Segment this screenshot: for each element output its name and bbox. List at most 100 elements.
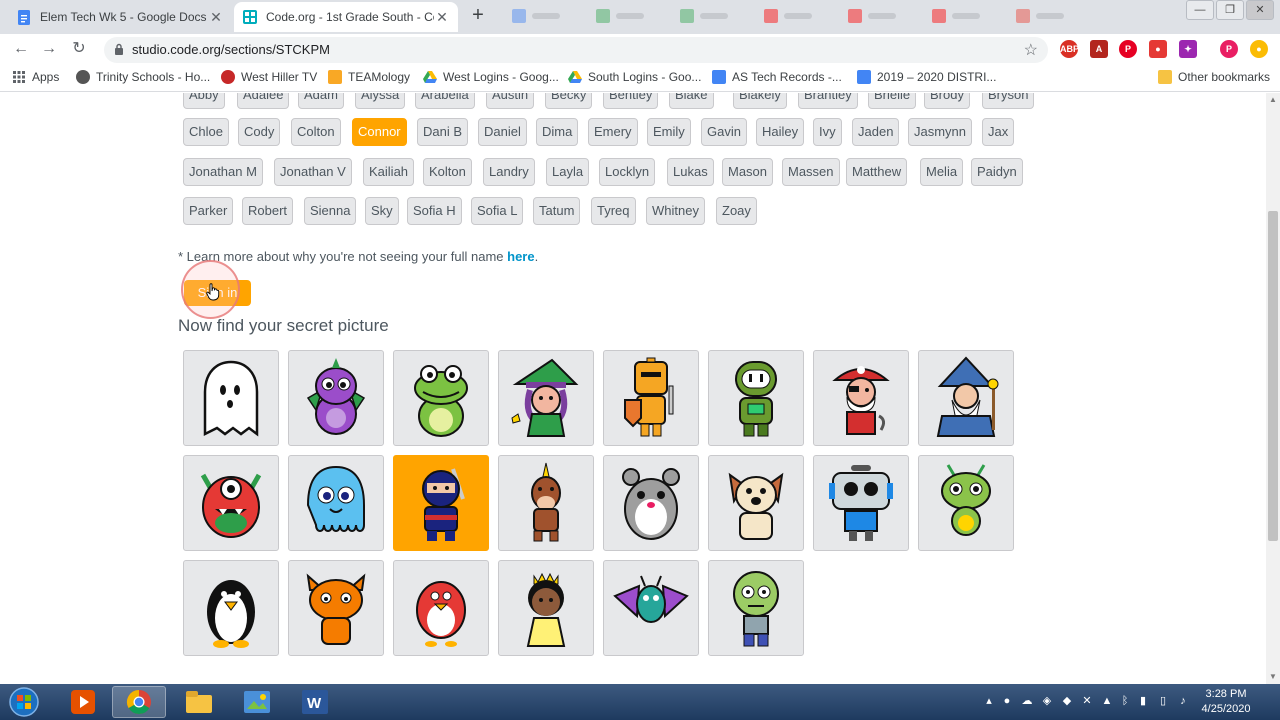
name-button[interactable]: Landry bbox=[483, 158, 535, 186]
name-button[interactable]: Brantley bbox=[798, 93, 858, 109]
name-button[interactable]: Melia bbox=[920, 158, 964, 186]
bookmark-as-tech-records[interactable]: AS Tech Records -... bbox=[712, 70, 842, 84]
background-tab[interactable] bbox=[512, 8, 560, 24]
background-tab[interactable] bbox=[764, 8, 812, 24]
name-button[interactable]: Mason bbox=[722, 158, 774, 186]
adblock-icon[interactable]: ABP bbox=[1060, 40, 1079, 58]
bluetooth-icon[interactable]: ᛒ bbox=[1118, 694, 1132, 708]
word-app[interactable]: W bbox=[288, 686, 342, 718]
restore-button[interactable]: ❐ bbox=[1216, 0, 1244, 20]
name-button[interactable]: Austin bbox=[486, 93, 535, 109]
background-tab[interactable] bbox=[1016, 8, 1064, 24]
scroll-up-icon[interactable]: ▲ bbox=[1266, 93, 1280, 107]
battery-icon[interactable]: ▯ bbox=[1156, 694, 1170, 708]
name-button[interactable]: Bryson bbox=[982, 93, 1035, 109]
name-button[interactable]: Paidyn bbox=[971, 158, 1023, 186]
name-button[interactable]: Kolton bbox=[423, 158, 472, 186]
name-button[interactable]: Sofia H bbox=[407, 197, 462, 225]
name-button[interactable]: Brody bbox=[924, 93, 970, 109]
scrollbar-thumb[interactable] bbox=[1268, 211, 1278, 541]
name-button[interactable]: Daniel bbox=[478, 118, 527, 146]
name-button[interactable]: Alyssa bbox=[355, 93, 406, 109]
reload-button[interactable]: ↻ bbox=[68, 38, 90, 60]
bookmark-trinity[interactable]: Trinity Schools - Ho... bbox=[76, 70, 210, 84]
minimize-button[interactable]: — bbox=[1186, 0, 1214, 20]
drive-sync-icon[interactable]: ▲ bbox=[1100, 694, 1114, 708]
background-tab[interactable] bbox=[680, 8, 728, 24]
ninja-picture-selected[interactable] bbox=[393, 455, 489, 551]
name-button[interactable]: Adalee bbox=[237, 93, 290, 109]
octopus-picture[interactable] bbox=[288, 455, 384, 551]
background-tab[interactable] bbox=[596, 8, 644, 24]
shield-icon[interactable]: ◈ bbox=[1040, 694, 1054, 708]
chat-icon[interactable]: ● bbox=[1000, 694, 1014, 708]
name-button[interactable]: Sofia L bbox=[471, 197, 524, 225]
name-button-selected[interactable]: Connor bbox=[352, 118, 407, 146]
alien-picture[interactable] bbox=[918, 455, 1014, 551]
name-button[interactable]: Colton bbox=[291, 118, 341, 146]
frog-picture[interactable] bbox=[393, 350, 489, 446]
monster-picture[interactable] bbox=[183, 455, 279, 551]
name-button[interactable]: Tatum bbox=[533, 197, 581, 225]
princess-picture[interactable] bbox=[498, 560, 594, 656]
bookmark-west-logins[interactable]: West Logins - Goog... bbox=[423, 70, 559, 84]
chrome-app[interactable] bbox=[112, 686, 166, 718]
name-button[interactable]: Kailiah bbox=[363, 158, 415, 186]
volume-icon[interactable]: ♪ bbox=[1176, 694, 1190, 708]
name-button[interactable]: Parker bbox=[183, 197, 234, 225]
name-button[interactable]: Locklyn bbox=[599, 158, 656, 186]
dog-picture[interactable] bbox=[708, 455, 804, 551]
name-button[interactable]: Becky bbox=[545, 93, 593, 109]
hamster-picture[interactable] bbox=[603, 455, 699, 551]
bookmark-apps[interactable]: Apps bbox=[12, 70, 59, 84]
name-button[interactable]: Dani B bbox=[417, 118, 469, 146]
security-icon[interactable]: ✕ bbox=[1080, 694, 1094, 708]
name-button[interactable]: Lukas bbox=[667, 158, 714, 186]
name-button[interactable]: Ivy bbox=[813, 118, 842, 146]
name-button[interactable]: Whitney bbox=[646, 197, 705, 225]
name-button[interactable]: Zoay bbox=[716, 197, 757, 225]
pirate-picture[interactable] bbox=[813, 350, 909, 446]
unicorn-picture[interactable] bbox=[498, 455, 594, 551]
robot-picture[interactable] bbox=[708, 350, 804, 446]
dropbox-icon[interactable]: ◆ bbox=[1060, 694, 1074, 708]
address-bar[interactable]: studio.code.org/sections/STCKPM ☆ bbox=[104, 37, 1048, 63]
tab-google-docs[interactable]: Elem Tech Wk 5 - Google Docs ✕ bbox=[8, 2, 232, 32]
name-button[interactable]: Dima bbox=[536, 118, 579, 146]
close-window-button[interactable]: ✕ bbox=[1246, 0, 1274, 20]
witch-picture[interactable] bbox=[498, 350, 594, 446]
name-button[interactable]: Matthew bbox=[846, 158, 908, 186]
bookmark-west-hiller-tv[interactable]: West Hiller TV bbox=[221, 70, 317, 84]
bookmark-district[interactable]: 2019 – 2020 DISTRI... bbox=[857, 70, 996, 84]
tab-code-org[interactable]: Code.org - 1st Grade South - Co ✕ bbox=[234, 2, 458, 32]
name-button[interactable]: Adam bbox=[298, 93, 344, 109]
pinterest-icon[interactable]: P bbox=[1119, 40, 1137, 58]
scroll-down-icon[interactable]: ▼ bbox=[1266, 670, 1280, 684]
bookmark-teamology[interactable]: TEAMology bbox=[328, 70, 410, 84]
bot-picture[interactable] bbox=[813, 455, 909, 551]
name-button[interactable]: Jonathan V bbox=[274, 158, 352, 186]
close-icon[interactable]: ✕ bbox=[208, 9, 224, 26]
name-button[interactable]: Brielle bbox=[868, 93, 917, 109]
name-button[interactable]: Bentley bbox=[603, 93, 659, 109]
name-button[interactable]: Jonathan M bbox=[183, 158, 263, 186]
bookmark-star-icon[interactable]: ☆ bbox=[1024, 40, 1038, 60]
background-tab[interactable] bbox=[848, 8, 896, 24]
wizard-picture[interactable] bbox=[918, 350, 1014, 446]
media-player-app[interactable] bbox=[56, 686, 110, 718]
name-button[interactable]: Tyreq bbox=[591, 197, 636, 225]
knight-picture[interactable] bbox=[603, 350, 699, 446]
file-explorer-app[interactable] bbox=[172, 686, 226, 718]
name-button[interactable]: Hailey bbox=[756, 118, 805, 146]
network-icon[interactable]: ▮ bbox=[1136, 694, 1150, 708]
name-button[interactable]: Abby bbox=[183, 93, 225, 109]
name-button[interactable]: Blake bbox=[669, 93, 714, 109]
name-button[interactable]: Arabella bbox=[415, 93, 475, 109]
forward-button[interactable]: → bbox=[38, 38, 60, 60]
system-clock[interactable]: 3:28 PM 4/25/2020 bbox=[1196, 687, 1256, 717]
here-link[interactable]: here bbox=[507, 249, 534, 264]
bookmark-south-logins[interactable]: South Logins - Goo... bbox=[568, 70, 701, 84]
name-button[interactable]: Cody bbox=[238, 118, 281, 146]
name-button[interactable]: Layla bbox=[546, 158, 590, 186]
cloud-icon[interactable]: ☁ bbox=[1020, 694, 1034, 708]
